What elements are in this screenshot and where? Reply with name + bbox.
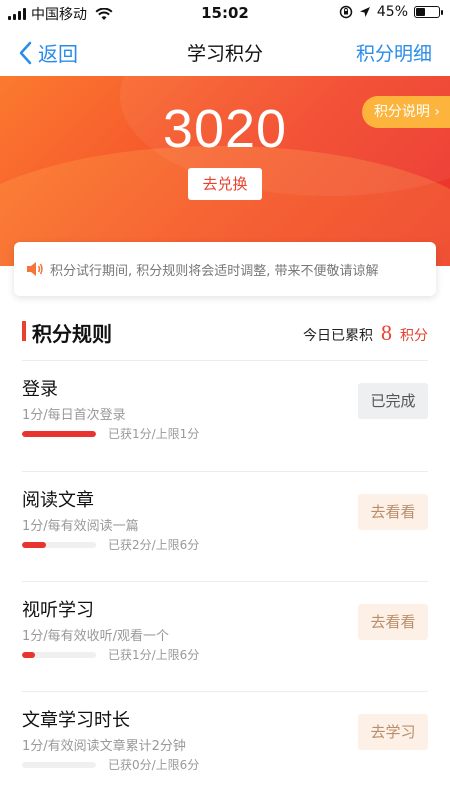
task-go-button[interactable]: 去看看 <box>358 604 428 640</box>
today-label: 今日已累积 <box>303 328 373 344</box>
task-status: 已获0分/上限6分 <box>108 758 200 772</box>
task-name: 阅读文章 <box>22 490 94 511</box>
status-right: 45% <box>339 4 443 20</box>
orientation-lock-icon <box>339 5 353 19</box>
rules-title: 积分规则 <box>32 322 112 346</box>
task-desc: 1分/每有效阅读一篇 <box>22 519 139 534</box>
today-unit: 积分 <box>400 328 428 344</box>
task-name: 视听学习 <box>22 600 94 621</box>
speaker-icon <box>27 262 43 276</box>
task-go-button[interactable]: 去看看 <box>358 494 428 530</box>
location-icon <box>359 7 370 17</box>
task-status: 已获2分/上限6分 <box>108 538 200 552</box>
task-progress <box>22 542 96 548</box>
task-done-button[interactable]: 已完成 <box>358 383 428 419</box>
nav-bar: 返回 学习积分 积分明细 <box>0 26 450 76</box>
today-value: 8 <box>381 320 392 345</box>
task-item-login: 登录 1分/每日首次登录 已获1分/上限1分 已完成 <box>0 361 450 471</box>
task-item-audiovisual: 视听学习 1分/每有效收听/观看一个 已获1分/上限6分 去看看 <box>0 582 450 692</box>
task-desc: 1分/每有效收听/观看一个 <box>22 629 170 644</box>
today-points: 今日已累积 8 积分 <box>303 320 428 346</box>
redeem-button[interactable]: 去兑换 <box>188 168 262 200</box>
task-progress <box>22 652 96 658</box>
task-name: 登录 <box>22 379 58 400</box>
points-hero: 3020 去兑换 积分说明 › <box>0 76 450 266</box>
task-status: 已获1分/上限6分 <box>108 648 200 662</box>
task-desc: 1分/有效阅读文章累计2分钟 <box>22 739 186 754</box>
battery-icon <box>414 6 443 18</box>
points-detail-link[interactable]: 积分明细 <box>356 39 432 66</box>
section-marker <box>22 321 26 341</box>
points-explain-button[interactable]: 积分说明 › <box>361 96 450 128</box>
status-bar: 中国移动 15:02 45% <box>0 0 450 26</box>
battery-percent: 45% <box>376 4 408 20</box>
notice-text: 积分试行期间, 积分规则将会适时调整, 带来不便敬请谅解 <box>50 263 379 279</box>
task-item-reading-time: 文章学习时长 1分/有效阅读文章累计2分钟 已获0分/上限6分 去学习 <box>0 692 450 800</box>
task-item-reading: 阅读文章 1分/每有效阅读一篇 已获2分/上限6分 去看看 <box>0 472 450 582</box>
task-study-button[interactable]: 去学习 <box>358 714 428 750</box>
task-progress <box>22 762 96 768</box>
task-desc: 1分/每日首次登录 <box>22 408 126 423</box>
rules-header: 积分规则 今日已累积 8 积分 <box>0 316 450 358</box>
notice-banner: 积分试行期间, 积分规则将会适时调整, 带来不便敬请谅解 <box>14 242 436 296</box>
task-name: 文章学习时长 <box>22 710 130 731</box>
task-progress <box>22 431 96 437</box>
task-status: 已获1分/上限1分 <box>108 427 200 441</box>
